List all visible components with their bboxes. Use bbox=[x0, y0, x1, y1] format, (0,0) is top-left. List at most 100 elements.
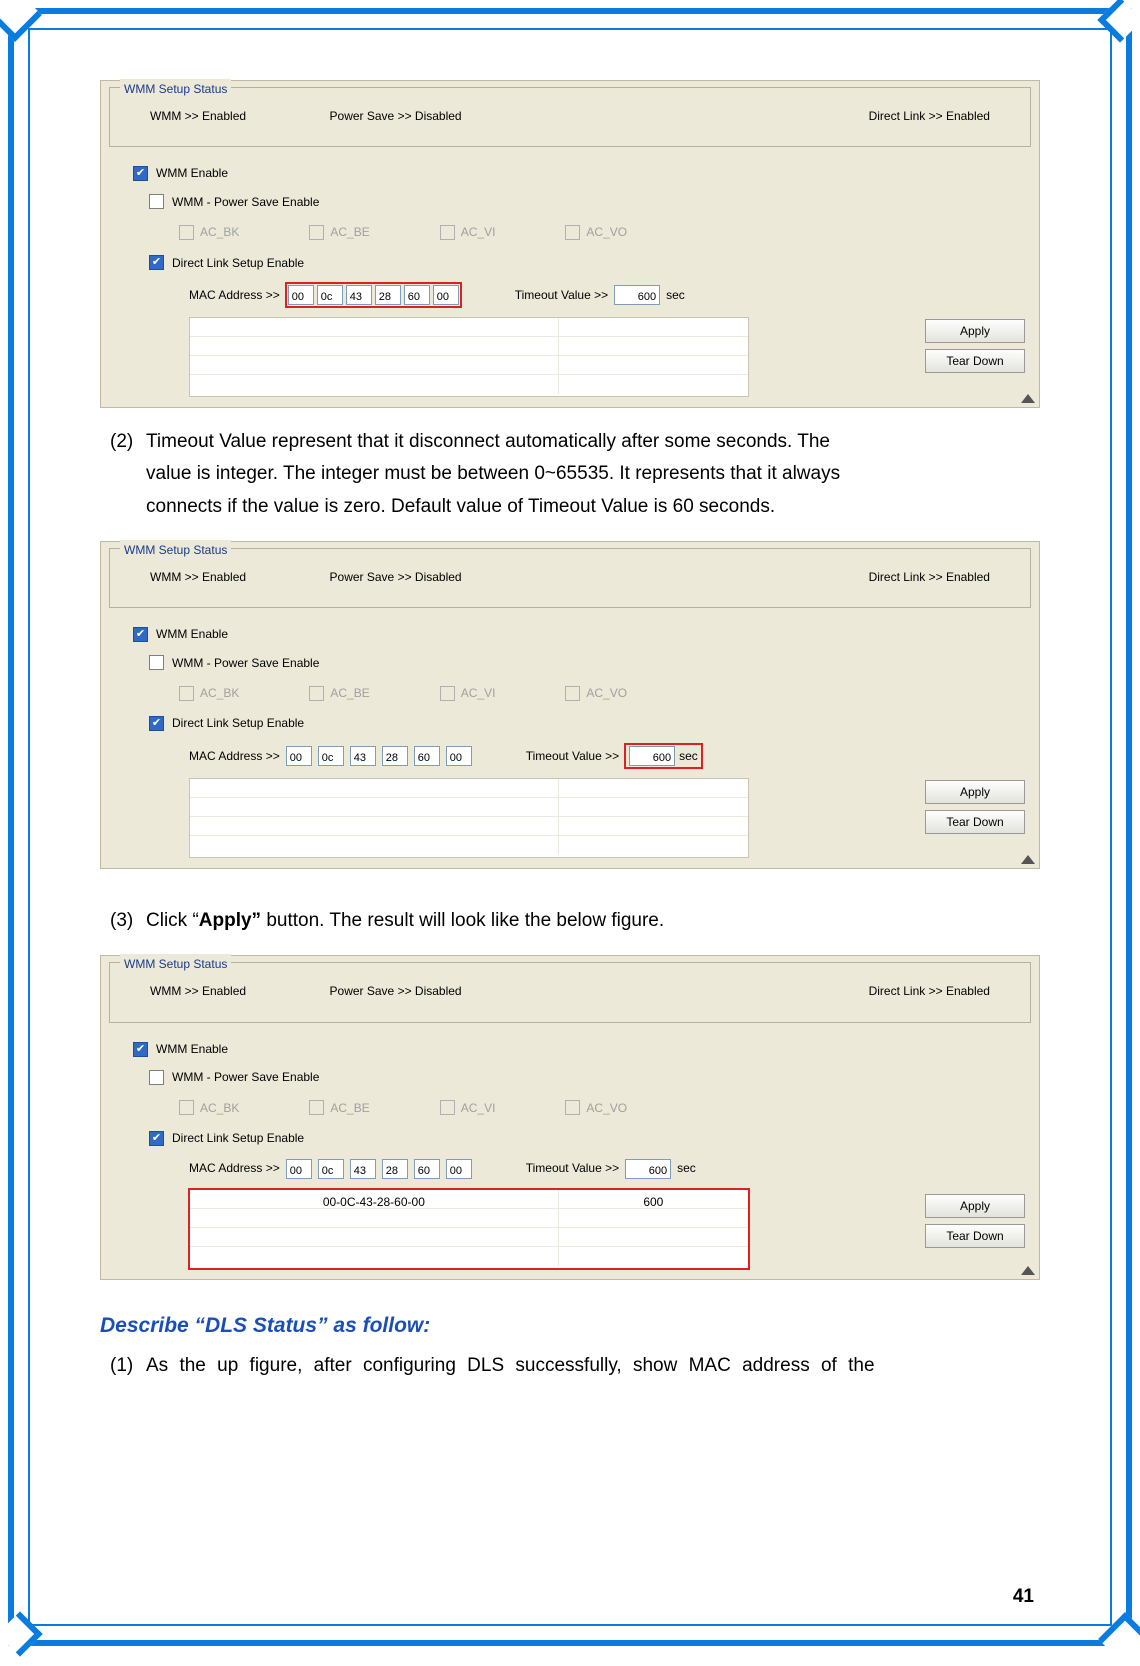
ac-bk-label-2: AC_BK bbox=[200, 683, 239, 703]
para2-l2: value is integer. The integer must be be… bbox=[110, 458, 1010, 490]
mac-4[interactable]: 60 bbox=[404, 285, 430, 305]
status-direct-2: Direct Link >> Enabled bbox=[869, 567, 990, 587]
wmm-fieldset-2: WMM Setup Status WMM >> Enabled Power Sa… bbox=[109, 548, 1031, 608]
mac3-3[interactable]: 28 bbox=[382, 1159, 408, 1179]
para-3: (3)Click “Apply” button. The result will… bbox=[110, 905, 1010, 937]
wmm-enable-checkbox[interactable] bbox=[133, 166, 148, 181]
ac-vi-label-3: AC_VI bbox=[461, 1098, 496, 1118]
status-wmm: WMM >> Enabled bbox=[150, 106, 246, 126]
mac3-2[interactable]: 43 bbox=[350, 1159, 376, 1179]
wmm-enable-label-2: WMM Enable bbox=[156, 624, 228, 644]
status-direct: Direct Link >> Enabled bbox=[869, 106, 990, 126]
timeout-input-3[interactable]: 600 bbox=[625, 1159, 671, 1179]
mac2-2[interactable]: 43 bbox=[350, 746, 376, 766]
wmm-enable-label-3: WMM Enable bbox=[156, 1039, 228, 1059]
ac-be-checkbox bbox=[309, 225, 324, 240]
dls-enable-checkbox[interactable] bbox=[149, 255, 164, 270]
mac2-1[interactable]: 0c bbox=[318, 746, 344, 766]
wmm-fieldset-3: WMM Setup Status WMM >> Enabled Power Sa… bbox=[109, 962, 1031, 1022]
mac-3[interactable]: 28 bbox=[375, 285, 401, 305]
dls-enable-label-3: Direct Link Setup Enable bbox=[172, 1128, 304, 1148]
mac-2[interactable]: 43 bbox=[346, 285, 372, 305]
para2-l3: connects if the value is zero. Default v… bbox=[110, 491, 1010, 523]
dls-table-2 bbox=[189, 778, 749, 858]
dls-enable-checkbox-3[interactable] bbox=[149, 1131, 164, 1146]
ps-enable-label-3: WMM - Power Save Enable bbox=[172, 1067, 319, 1087]
tear-down-button[interactable]: Tear Down bbox=[925, 349, 1025, 373]
mac-1[interactable]: 0c bbox=[317, 285, 343, 305]
sec-label: sec bbox=[666, 285, 685, 305]
status-row: WMM >> Enabled Power Save >> Disabled Di… bbox=[110, 102, 1030, 136]
para-4: (1)As the up figure, after configuring D… bbox=[110, 1350, 1010, 1382]
mac2-5[interactable]: 00 bbox=[446, 746, 472, 766]
scroll-up-icon-2[interactable] bbox=[1021, 855, 1035, 864]
ac-be-label-2: AC_BE bbox=[330, 683, 369, 703]
mac-label: MAC Address >> bbox=[189, 285, 280, 305]
para4-num: (1) bbox=[110, 1350, 146, 1382]
timeout-input[interactable]: 600 bbox=[614, 285, 660, 305]
dls-enable-label: Direct Link Setup Enable bbox=[172, 253, 304, 273]
mac3-5[interactable]: 00 bbox=[446, 1159, 472, 1179]
mac-0[interactable]: 00 bbox=[288, 285, 314, 305]
wmm-fieldset: WMM Setup Status WMM >> Enabled Power Sa… bbox=[109, 87, 1031, 147]
status-power-3: Power Save >> Disabled bbox=[330, 981, 462, 1001]
scroll-up-icon[interactable] bbox=[1021, 394, 1035, 403]
timeout-label: Timeout Value >> bbox=[515, 285, 608, 305]
wmm-enable-checkbox-3[interactable] bbox=[133, 1042, 148, 1057]
fieldset-legend: WMM Setup Status bbox=[120, 79, 231, 99]
dls-table-3: 00-0C-43-28-60-00 600 bbox=[189, 1189, 749, 1269]
timeout-label-3: Timeout Value >> bbox=[526, 1158, 619, 1178]
ac-vo-3 bbox=[565, 1100, 580, 1115]
status-power: Power Save >> Disabled bbox=[330, 106, 462, 126]
ac-be-label-3: AC_BE bbox=[330, 1098, 369, 1118]
mac-5[interactable]: 00 bbox=[433, 285, 459, 305]
ps-enable-label: WMM - Power Save Enable bbox=[172, 192, 319, 212]
ac-vo-checkbox bbox=[565, 225, 580, 240]
ac-vi-label-2: AC_VI bbox=[461, 683, 496, 703]
mac2-0[interactable]: 00 bbox=[286, 746, 312, 766]
para3-b: button. The result will look like the be… bbox=[261, 910, 664, 931]
para-2: (2)Timeout Value represent that it disco… bbox=[110, 426, 1010, 523]
dls-enable-checkbox-2[interactable] bbox=[149, 716, 164, 731]
dls-enable-label-2: Direct Link Setup Enable bbox=[172, 713, 304, 733]
tear-down-button-2[interactable]: Tear Down bbox=[925, 810, 1025, 834]
timeout-input-2[interactable]: 600 bbox=[629, 746, 675, 766]
apply-button[interactable]: Apply bbox=[925, 319, 1025, 343]
ps-enable-label-2: WMM - Power Save Enable bbox=[172, 653, 319, 673]
ps-enable-checkbox-2[interactable] bbox=[149, 655, 164, 670]
para3-bold: Apply” bbox=[199, 910, 261, 931]
ac-vo-label: AC_VO bbox=[586, 222, 627, 242]
mac2-3[interactable]: 28 bbox=[382, 746, 408, 766]
ps-enable-checkbox-3[interactable] bbox=[149, 1070, 164, 1085]
fieldset-legend-2: WMM Setup Status bbox=[120, 540, 231, 560]
ac-be-3 bbox=[309, 1100, 324, 1115]
ac-vi-3 bbox=[440, 1100, 455, 1115]
para2-l1: Timeout Value represent that it disconne… bbox=[146, 431, 830, 452]
ac-vo-label-2: AC_VO bbox=[586, 683, 627, 703]
ac-bk-label: AC_BK bbox=[200, 222, 239, 242]
mac-row: MAC Address >> 00 0c 43 28 60 00 Timeout… bbox=[109, 283, 1031, 307]
apply-button-2[interactable]: Apply bbox=[925, 780, 1025, 804]
wmm-panel-3: WMM Setup Status WMM >> Enabled Power Sa… bbox=[100, 955, 1040, 1279]
mac3-1[interactable]: 0c bbox=[318, 1159, 344, 1179]
scroll-up-icon-3[interactable] bbox=[1021, 1266, 1035, 1275]
status-wmm-3: WMM >> Enabled bbox=[150, 981, 246, 1001]
para3-num: (3) bbox=[110, 905, 146, 937]
ac-vi-2 bbox=[440, 686, 455, 701]
ac-vo-label-3: AC_VO bbox=[586, 1098, 627, 1118]
para4-a: As the up figure, after configuring DLS … bbox=[146, 1355, 875, 1376]
mac3-0[interactable]: 00 bbox=[286, 1159, 312, 1179]
wmm-panel-2: WMM Setup Status WMM >> Enabled Power Sa… bbox=[100, 541, 1040, 869]
mac3-4[interactable]: 60 bbox=[414, 1159, 440, 1179]
tear-down-button-3[interactable]: Tear Down bbox=[925, 1224, 1025, 1248]
section-heading: Describe “DLS Status” as follow: bbox=[100, 1308, 1040, 1344]
ps-enable-checkbox[interactable] bbox=[149, 194, 164, 209]
mac-label-3: MAC Address >> bbox=[189, 1158, 280, 1178]
ac-bk-2 bbox=[179, 686, 194, 701]
page-content: WMM Setup Status WMM >> Enabled Power Sa… bbox=[100, 80, 1040, 1400]
wmm-enable-checkbox-2[interactable] bbox=[133, 627, 148, 642]
mac2-4[interactable]: 60 bbox=[414, 746, 440, 766]
dls-table bbox=[189, 317, 749, 397]
apply-button-3[interactable]: Apply bbox=[925, 1194, 1025, 1218]
sec-label-3: sec bbox=[677, 1158, 696, 1178]
